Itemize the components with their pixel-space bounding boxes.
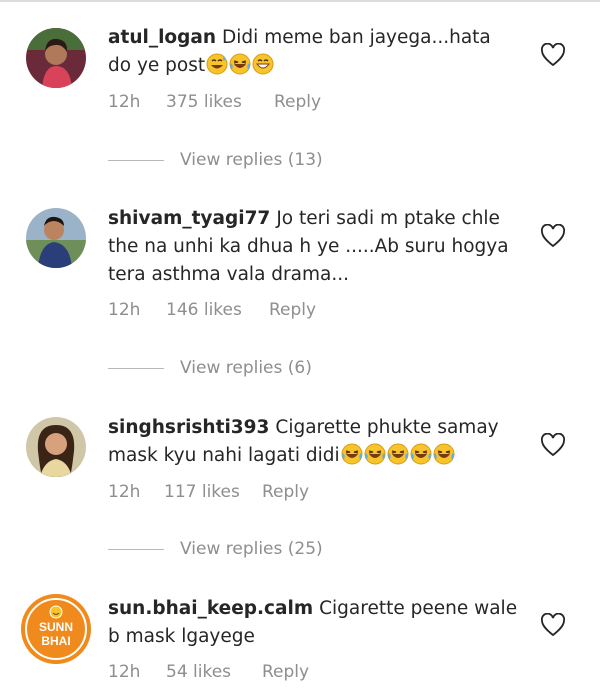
- comment-body: shivam_tyagi77 Jo teri sadi m ptake chle …: [108, 205, 518, 289]
- divider-line: [108, 159, 164, 161]
- heart-icon[interactable]: [540, 223, 566, 248]
- view-replies-button[interactable]: View replies (6): [108, 358, 312, 378]
- view-replies-label: View replies (13): [180, 150, 323, 170]
- comment-meta: 12h 146 likes Reply: [108, 300, 316, 320]
- comment-likes[interactable]: 146 likes: [166, 300, 269, 320]
- emoji-grinning-sweat-icon: [205, 53, 228, 76]
- comment-body: sun.bhai_keep.calm Cigarette peene wale b…: [108, 595, 518, 651]
- comment-time: 12h: [108, 92, 141, 112]
- emoji-tears-of-joy-icon: [363, 443, 386, 466]
- comment-likes[interactable]: 375 likes: [166, 92, 274, 112]
- emoji-grinning-icon: [251, 53, 274, 76]
- view-replies-button[interactable]: View replies (25): [108, 539, 323, 559]
- view-replies-label: View replies (25): [180, 539, 323, 559]
- heart-icon[interactable]: [540, 612, 566, 637]
- comment-username[interactable]: atul_logan: [108, 27, 216, 48]
- comment-username[interactable]: shivam_tyagi77: [108, 208, 270, 229]
- heart-icon[interactable]: [540, 42, 566, 67]
- avatar[interactable]: SUNN BHAI: [20, 593, 92, 665]
- comment-body: atul_logan Didi meme ban jayega...hata do…: [108, 24, 518, 80]
- comment-meta: 12h 375 likes Reply: [108, 92, 321, 112]
- comment-time: 12h: [108, 662, 141, 682]
- view-replies-label: View replies (6): [180, 358, 312, 378]
- avatar[interactable]: [26, 208, 86, 268]
- divider-line: [108, 367, 164, 369]
- comment-likes[interactable]: 54 likes: [166, 662, 262, 682]
- top-divider: [0, 0, 600, 2]
- emoji-tears-of-joy-icon: [228, 53, 251, 76]
- comment-meta: 12h 117 likes Reply: [108, 482, 309, 502]
- comment-username[interactable]: singhsrishti393: [108, 417, 269, 438]
- view-replies-button[interactable]: View replies (13): [108, 150, 323, 170]
- reply-button[interactable]: Reply: [262, 662, 309, 682]
- divider-line: [108, 548, 164, 550]
- comment-time: 12h: [108, 482, 141, 502]
- comment-meta: 12h 54 likes Reply: [108, 662, 309, 682]
- comment-body: singhsrishti393 Cigarette phukte samay ma…: [108, 414, 518, 470]
- comment-time: 12h: [108, 300, 141, 320]
- logo-text-line1: SUNN: [39, 620, 73, 634]
- heart-icon[interactable]: [540, 432, 566, 457]
- reply-button[interactable]: Reply: [269, 300, 316, 320]
- emoji-tears-of-joy-icon: [340, 443, 363, 466]
- emoji-tears-of-joy-icon: [432, 443, 455, 466]
- reply-button[interactable]: Reply: [262, 482, 309, 502]
- logo-text-line2: BHAI: [41, 634, 70, 648]
- comment-username[interactable]: sun.bhai_keep.calm: [108, 598, 313, 619]
- avatar[interactable]: [26, 28, 86, 88]
- emoji-tears-of-joy-icon: [409, 443, 432, 466]
- comment-likes[interactable]: 117 likes: [164, 482, 262, 502]
- reply-button[interactable]: Reply: [274, 92, 321, 112]
- avatar[interactable]: [26, 417, 86, 477]
- emoji-tears-of-joy-icon: [386, 443, 409, 466]
